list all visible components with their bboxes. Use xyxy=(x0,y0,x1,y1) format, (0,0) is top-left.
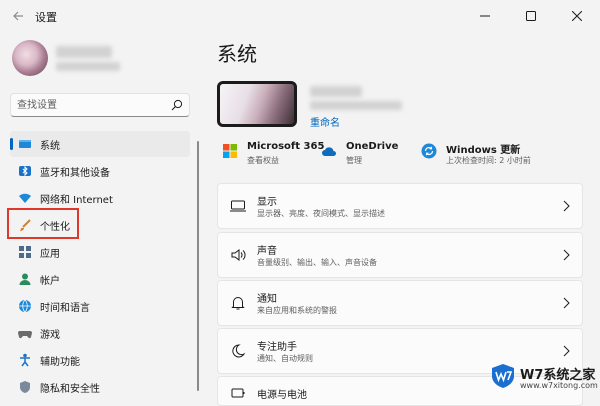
device-model-blurred xyxy=(310,101,402,110)
settings-card-notifications[interactable]: 通知 来自应用和系统的警报 xyxy=(217,280,583,326)
shield-icon xyxy=(20,381,30,393)
nav-item-bluetooth[interactable]: 蓝牙和其他设备 xyxy=(10,158,190,184)
back-arrow-icon[interactable] xyxy=(11,9,25,23)
minimize-button[interactable] xyxy=(462,0,508,32)
watermark-url: www.w7xitong.com xyxy=(520,381,598,390)
chevron-right-icon xyxy=(563,345,570,357)
sidebar-scrollbar[interactable] xyxy=(197,141,199,391)
service-name: OneDrive xyxy=(346,141,399,152)
nav-item-system[interactable]: 系统 xyxy=(10,131,190,157)
search-icon[interactable] xyxy=(171,99,183,111)
search-box[interactable] xyxy=(10,93,190,117)
watermark-logo xyxy=(492,364,514,388)
system-icon xyxy=(19,140,31,148)
moon-icon xyxy=(232,344,246,358)
maximize-icon xyxy=(526,11,536,21)
nav-item-label: 应用 xyxy=(40,249,60,260)
account-icon xyxy=(19,273,31,285)
nav-item-label: 蓝牙和其他设备 xyxy=(40,168,110,179)
nav-item-privacy[interactable]: 隐私和安全性 xyxy=(10,374,190,400)
maximize-button[interactable] xyxy=(508,0,554,32)
chevron-right-icon xyxy=(563,200,570,212)
user-avatar[interactable] xyxy=(12,40,48,76)
nav-item-accounts[interactable]: 帐户 xyxy=(10,266,190,292)
close-button[interactable] xyxy=(554,0,600,32)
card-description: 来自应用和系统的警报 xyxy=(257,306,337,315)
nav-item-time-language[interactable]: 时间和语言 xyxy=(10,293,190,319)
update-icon xyxy=(421,143,437,159)
settings-card-sound[interactable]: 声音 音量级别、输出、输入、声音设备 xyxy=(217,232,583,278)
nav-item-label: 网络和 Internet xyxy=(40,195,113,206)
user-email-blurred xyxy=(56,62,120,71)
selection-indicator xyxy=(10,138,13,150)
card-title: 声音 xyxy=(257,246,277,257)
microsoft-logo-icon xyxy=(223,144,237,158)
nav-item-accessibility[interactable]: 辅助功能 xyxy=(10,347,190,373)
rename-link[interactable]: 重命名 xyxy=(310,114,340,129)
apps-icon xyxy=(19,246,31,258)
window-title: 设置 xyxy=(35,11,57,24)
nav-item-label: 系统 xyxy=(40,141,60,152)
settings-card-display[interactable]: 显示 显示器、亮度、夜间模式、显示描述 xyxy=(217,183,583,229)
speaker-icon xyxy=(231,249,246,261)
chevron-right-icon xyxy=(563,249,570,261)
card-description: 通知、自动规则 xyxy=(257,354,313,363)
card-title: 专注助手 xyxy=(257,342,297,353)
nav-item-gaming[interactable]: 游戏 xyxy=(10,320,190,346)
service-status: 上次检查时间: 2 小时前 xyxy=(446,156,531,165)
user-name-blurred xyxy=(56,46,112,58)
nav-item-label: 辅助功能 xyxy=(40,357,80,368)
power-icon xyxy=(231,388,245,398)
device-wallpaper-thumbnail xyxy=(217,81,297,127)
title-bar: 设置 xyxy=(0,0,600,32)
device-name-blurred xyxy=(310,86,362,97)
service-name: Windows 更新 xyxy=(446,145,521,156)
nav-item-label: 游戏 xyxy=(40,330,60,341)
close-icon xyxy=(572,11,582,21)
cloud-icon xyxy=(322,147,336,156)
monitor-icon xyxy=(230,200,246,212)
card-title: 电源与电池 xyxy=(257,390,307,401)
bell-icon xyxy=(231,297,245,310)
game-icon xyxy=(18,331,32,339)
card-description: 音量级别、输出、输入、声音设备 xyxy=(257,258,377,267)
card-title: 通知 xyxy=(257,294,277,305)
nav-item-label: 时间和语言 xyxy=(40,303,90,314)
personalization-highlight xyxy=(7,208,79,239)
chevron-right-icon xyxy=(563,297,570,309)
nav-item-label: 帐户 xyxy=(40,276,60,287)
search-input[interactable] xyxy=(17,97,167,113)
page-title: 系统 xyxy=(217,42,257,66)
service-action[interactable]: 管理 xyxy=(346,155,362,166)
nav-item-label: 隐私和安全性 xyxy=(40,384,100,395)
network-icon xyxy=(19,193,31,203)
card-description: 显示器、亮度、夜间模式、显示描述 xyxy=(257,209,385,218)
minimize-icon xyxy=(480,15,490,17)
accessibility-icon xyxy=(20,353,30,367)
bluetooth-icon xyxy=(19,165,31,177)
service-action[interactable]: 查看权益 xyxy=(247,155,279,166)
globe-icon xyxy=(19,299,31,313)
nav-item-apps[interactable]: 应用 xyxy=(10,239,190,265)
card-title: 显示 xyxy=(257,197,277,208)
service-name: Microsoft 365 xyxy=(247,141,325,152)
